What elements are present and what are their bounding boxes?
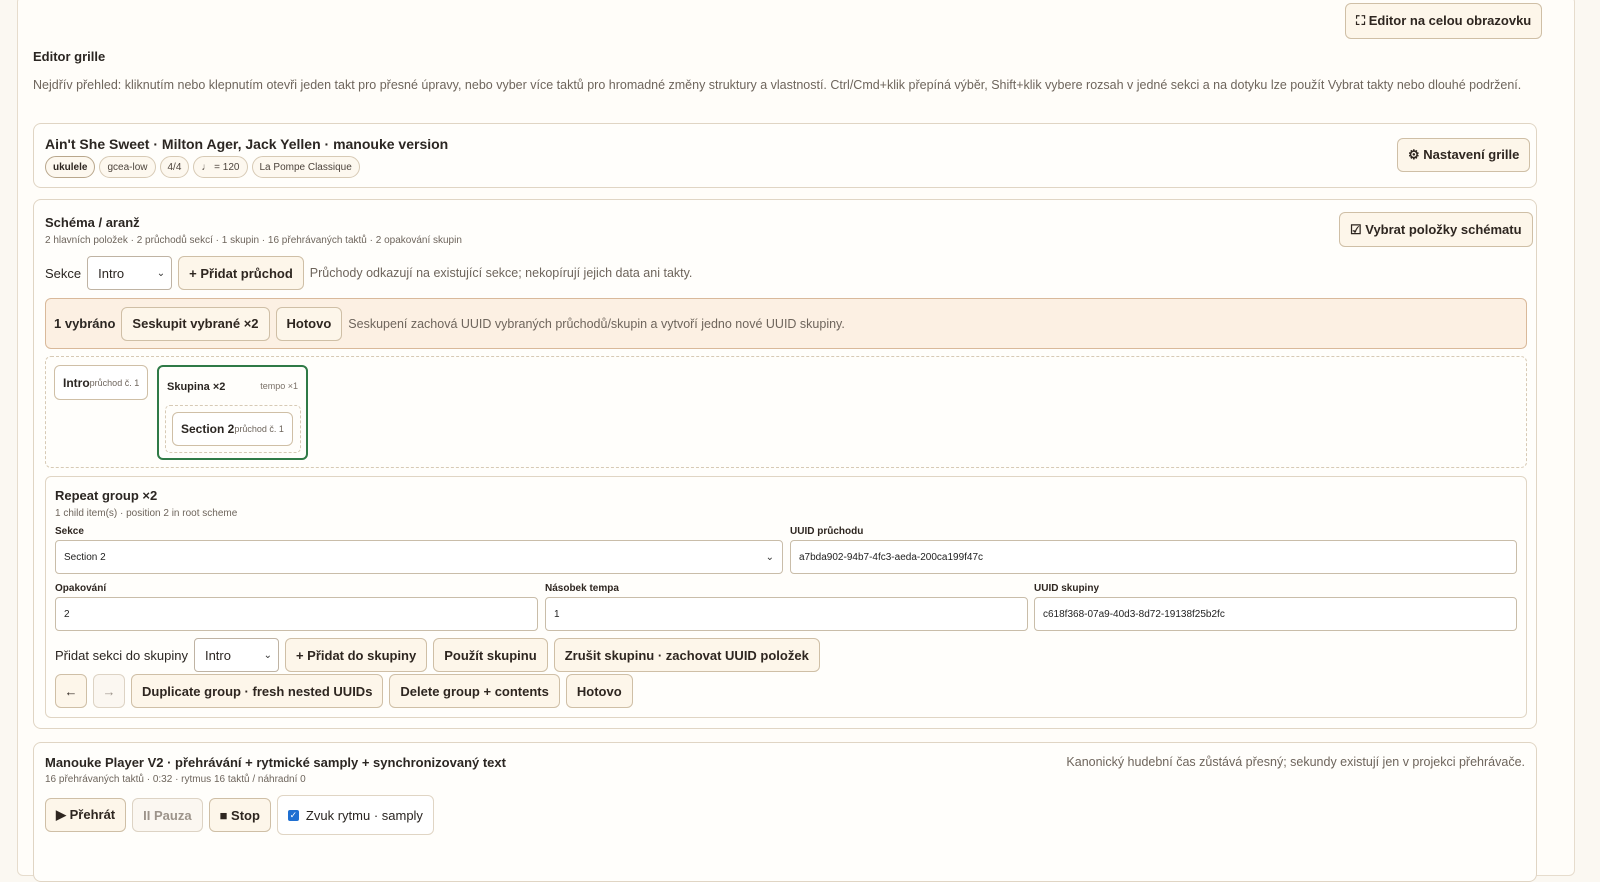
player-note: Kanonický hudební čas zůstává přesný; se… [1066,755,1525,769]
tempo-multiplier-input[interactable]: 1 [545,597,1028,631]
grid-settings-button[interactable]: ⚙ Nastavení grille [1397,138,1531,172]
style-tag: La Pompe Classique [251,156,360,178]
song-tags: ukulele gcea-low 4/4 ♩ = 120 La Pompe Cl… [45,156,364,178]
repeat-count-input[interactable]: 2 [55,597,538,631]
pause-button[interactable]: II Pauza [132,798,203,832]
editor-page: ⛶ Editor na celou obrazovku Editor grill… [17,0,1575,882]
chevron-down-icon: ⌄ [765,551,774,563]
scheme-item-name: Section 2 [181,422,235,436]
section-select[interactable]: Intro ⌄ [87,256,173,290]
add-section-select[interactable]: Intro ⌄ [193,638,279,672]
player-stats: 16 přehrávaných taktů · 0:32 · rytmus 16… [45,774,306,785]
ungroup-button[interactable]: Zrušit skupinu · zachovat UUID položek [553,638,820,672]
scheme-title: Schéma / aranž [45,215,140,230]
move-right-button[interactable]: → [93,674,125,708]
checkbox-checked-icon[interactable]: ✓ [287,809,299,821]
group-section-value: Section 2 [64,551,106,563]
group-section-label: Sekce [55,526,84,537]
stop-button[interactable]: ■ Stop [208,798,271,832]
pass-uuid-label: UUID průchodu [790,526,864,537]
group-section-select[interactable]: Section 2 ⌄ [55,540,783,574]
section-select-value: Intro [98,265,125,281]
selection-count: 1 vybráno [54,316,116,331]
scheme-item-section-2[interactable]: Section 2 průchod č. 1 [172,412,293,446]
editor-description: Nejdřív přehled: kliknutím nebo klepnutí… [33,78,1522,92]
select-scheme-items-button[interactable]: ☑ Vybrat položky schématu [1339,212,1533,247]
add-section-value: Intro [204,647,231,663]
group-actions-row-1: Přidat sekci do skupiny Intro ⌄ + Přidat… [55,638,820,672]
player-title: Manouke Player V2 · přehrávání + rytmick… [45,755,506,770]
rhythm-sound-toggle[interactable]: ✓ Zvuk rytmu · samply [276,795,434,835]
move-left-button[interactable]: ← [55,674,87,708]
tempo-multiplier-label: Násobek tempa [545,583,619,594]
group-name: Skupina ×2 [167,381,226,393]
editor-title: Editor grille [33,49,106,64]
repeat-group-title: Repeat group ×2 [55,488,158,503]
pass-uuid-input[interactable]: a7bda902-94b7-4fc3-aeda-200ca199f47c [790,540,1517,574]
scheme-card: Schéma / aranž 2 hlavních položek · 2 pr… [33,199,1537,729]
chevron-down-icon: ⌄ [263,649,272,661]
section-label: Sekce [45,265,82,281]
instrument-tag: ukulele [45,156,96,178]
scheme-item-sub: průchod č. 1 [234,424,284,434]
group-actions-row-2: ← → Duplicate group · fresh nested UUIDs… [55,674,633,708]
repeat-count-label: Opakování [55,583,107,594]
time-signature-tag: 4/4 [159,156,190,178]
song-card: Ain't She Sweet · Milton Ager, Jack Yell… [33,123,1537,188]
song-title: Ain't She Sweet · Milton Ager, Jack Yell… [45,136,449,152]
add-pass-row: Sekce Intro ⌄ + Přidat průchod Průchody … [45,256,692,290]
group-uuid-label: UUID skupiny [1034,583,1100,594]
player-card: Manouke Player V2 · přehrávání + rytmick… [33,742,1537,882]
group-uuid-input[interactable]: c618f368-07a9-40d3-8d72-19138f25b2fc [1034,597,1517,631]
scheme-item-intro[interactable]: Intro průchod č. 1 [54,365,149,400]
tuning-tag: gcea-low [99,156,156,178]
scheme-stats: 2 hlavních položek · 2 průchodů sekcí · … [45,235,462,246]
use-group-button[interactable]: Použít skupinu [433,638,548,672]
duplicate-group-button[interactable]: Duplicate group · fresh nested UUIDs [131,674,384,708]
selection-bar: 1 vybráno Seskupit vybrané ×2 Hotovo Ses… [45,298,1527,349]
tempo-tag: ♩ = 120 [193,156,248,178]
group-children: Section 2 průchod č. 1 [165,405,301,453]
add-pass-button[interactable]: + Přidat průchod [178,256,304,290]
chevron-down-icon: ⌄ [156,267,166,279]
fullscreen-editor-button[interactable]: ⛶ Editor na celou obrazovku [1345,3,1543,39]
add-to-group-button[interactable]: + Přidat do skupiny [284,638,428,672]
repeat-group-panel: Repeat group ×2 1 child item(s) · positi… [45,476,1527,718]
selection-hint: Seskupení zachová UUID vybraných průchod… [348,316,845,331]
group-tempo: tempo ×1 [260,381,298,391]
group-selected-button[interactable]: Seskupit vybrané ×2 [121,306,270,341]
scheme-item-sub: průchod č. 1 [89,377,140,388]
scheme-item-name: Intro [63,375,90,390]
add-pass-hint: Průchody odkazují na existující sekce; n… [309,266,693,280]
selection-done-button[interactable]: Hotovo [275,306,343,341]
play-button[interactable]: ▶ Přehrát [45,798,127,832]
group-done-button[interactable]: Hotovo [565,674,633,708]
scheme-item-group[interactable]: Skupina ×2 tempo ×1 Section 2 průchod č.… [157,365,308,460]
add-section-label: Přidat sekci do skupiny [55,647,188,663]
rhythm-sound-label: Zvuk rytmu · samply [305,807,423,823]
repeat-group-subtitle: 1 child item(s) · position 2 in root sch… [55,508,238,519]
scheme-canvas: Intro průchod č. 1 Skupina ×2 tempo ×1 S… [45,356,1527,468]
delete-group-button[interactable]: Delete group + contents [389,674,560,708]
player-controls: ▶ Přehrát II Pauza ■ Stop ✓ Zvuk rytmu ·… [45,795,434,835]
